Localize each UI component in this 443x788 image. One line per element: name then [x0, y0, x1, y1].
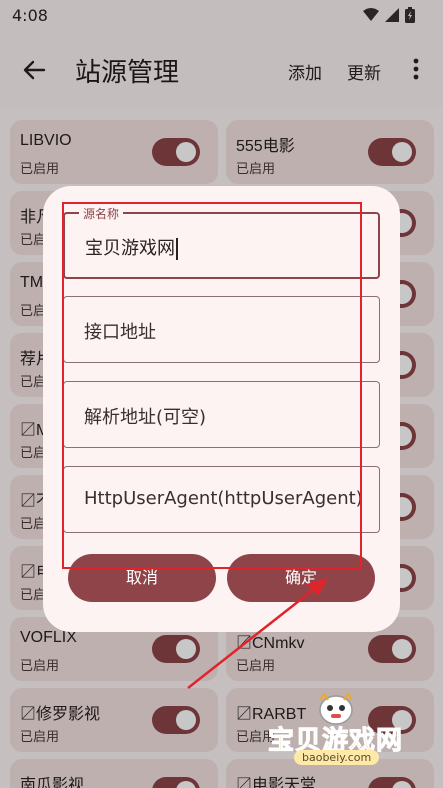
watermark-logo: 宝贝游戏网 baobeiy.com: [264, 692, 414, 772]
source-name-value: 宝贝游戏网: [85, 234, 178, 260]
source-name-legend: 源名称: [79, 205, 124, 222]
watermark-url: baobeiy.com: [294, 750, 380, 765]
user-agent-placeholder: HttpUserAgent(httpUserAgent): [84, 488, 363, 509]
add-source-dialog: 源名称 宝贝游戏网 接口地址 解析地址(可空) HttpUserAgent(ht…: [43, 186, 400, 632]
api-address-field[interactable]: 接口地址: [63, 296, 380, 363]
confirm-button[interactable]: 确定: [227, 554, 375, 602]
parse-address-field[interactable]: 解析地址(可空): [63, 381, 380, 448]
text-caret: [176, 238, 178, 260]
cancel-button[interactable]: 取消: [68, 554, 216, 602]
parse-address-placeholder: 解析地址(可空): [84, 407, 207, 428]
user-agent-field[interactable]: HttpUserAgent(httpUserAgent): [63, 466, 380, 533]
api-address-placeholder: 接口地址: [84, 322, 156, 343]
source-name-field[interactable]: 源名称 宝贝游戏网: [63, 205, 380, 279]
